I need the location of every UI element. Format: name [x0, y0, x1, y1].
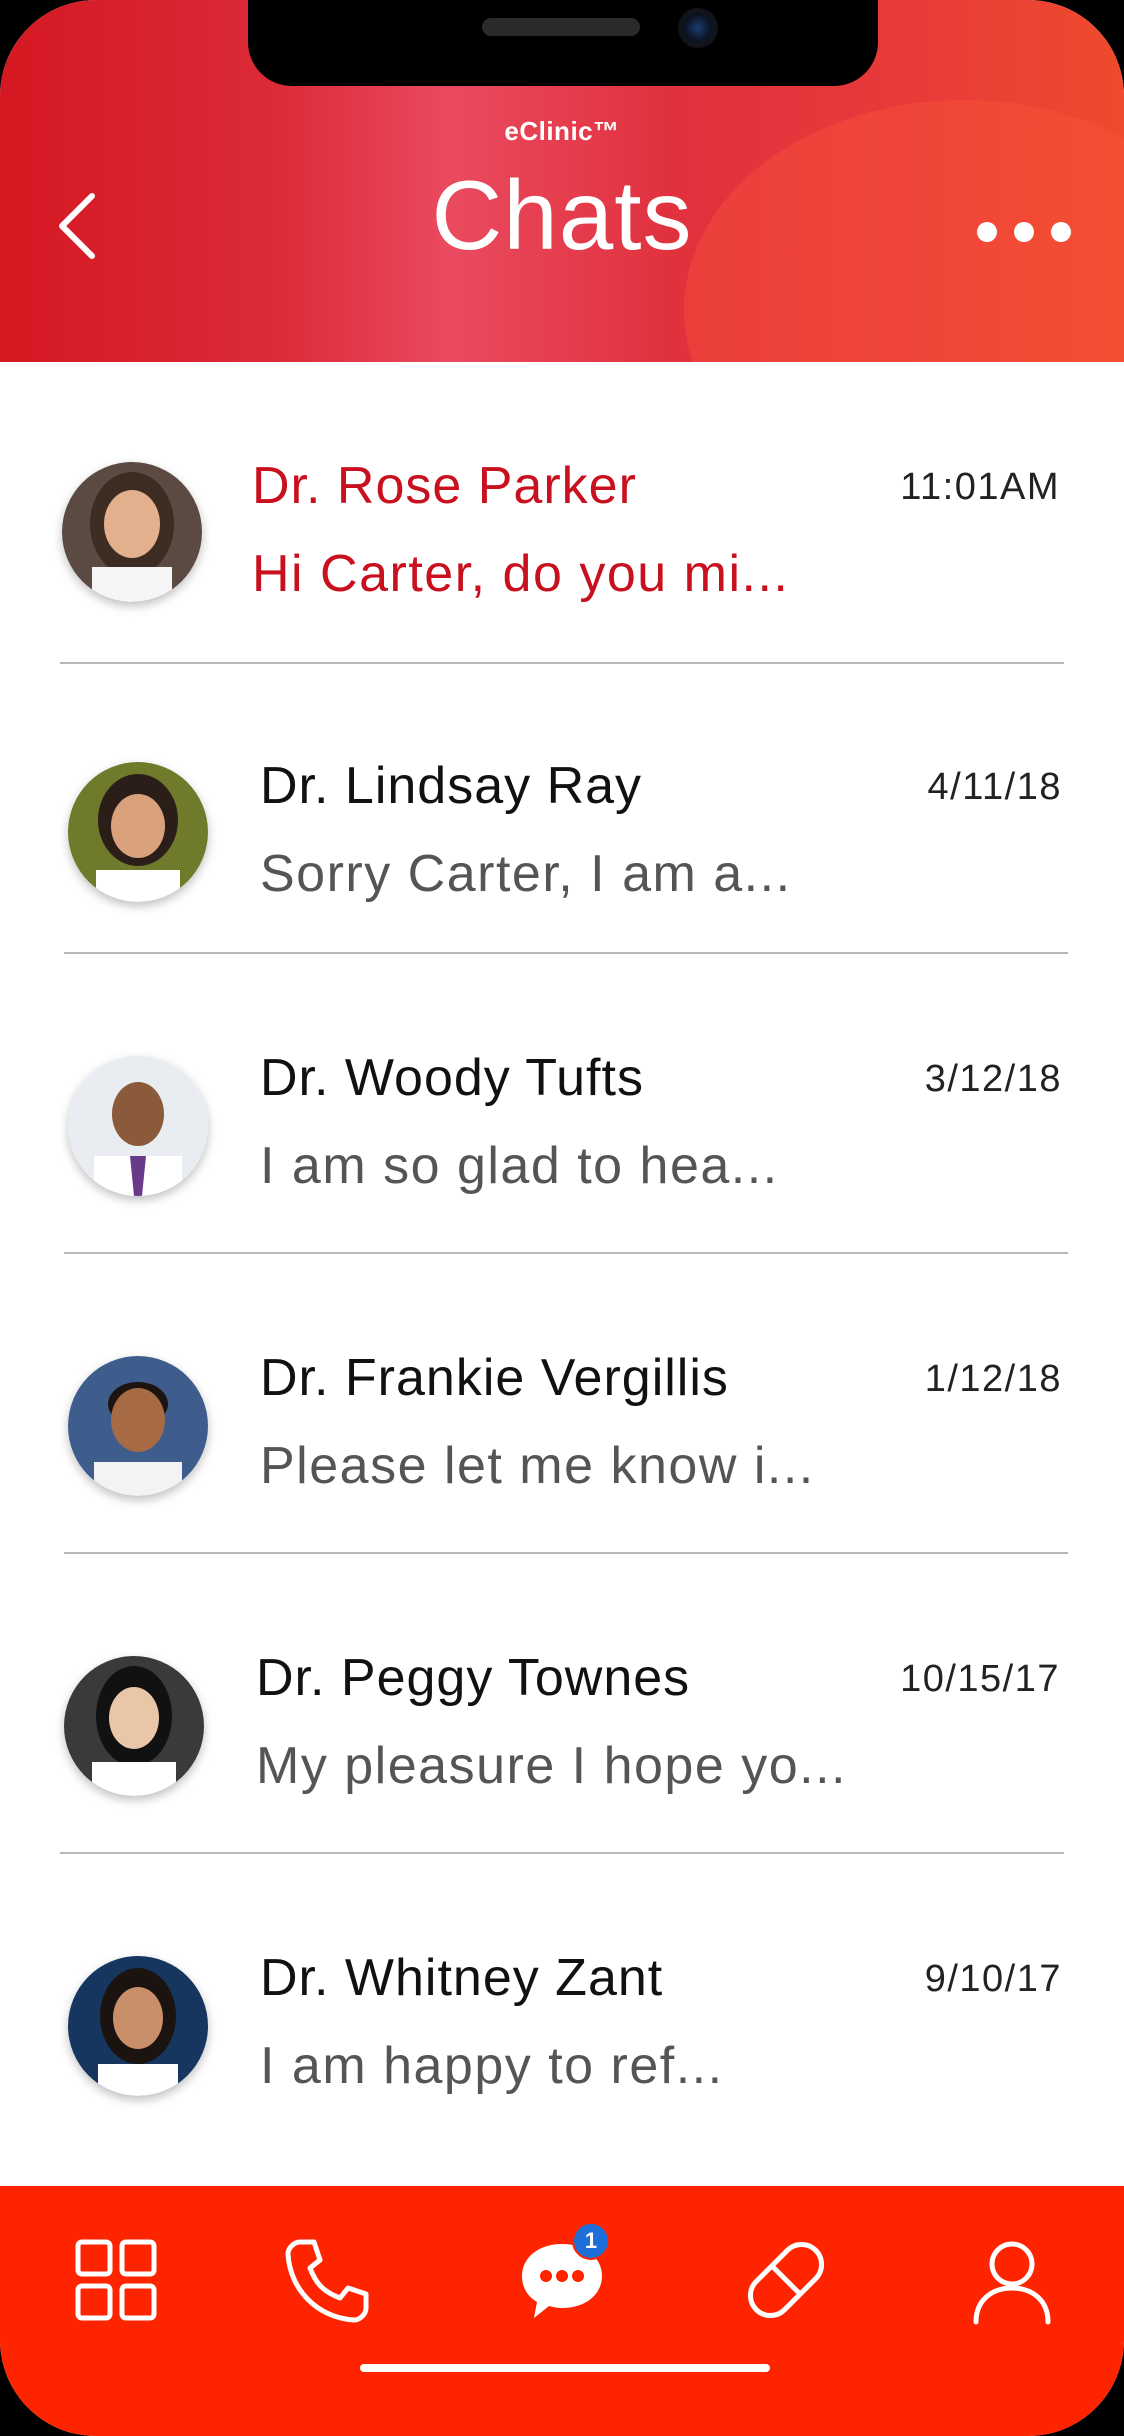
- chat-row[interactable]: Dr. Rose Parker Hi Carter, do you mi... …: [0, 362, 1124, 664]
- speaker: [482, 18, 640, 36]
- chat-time: 1/12/18: [924, 1358, 1062, 1400]
- chat-name: Dr. Peggy Townes: [256, 1649, 691, 1707]
- chat-row[interactable]: Dr. Peggy Townes My pleasure I hope yo..…: [0, 1552, 1124, 1854]
- chat-time: 10/15/17: [900, 1658, 1060, 1700]
- chat-name: Dr. Frankie Vergillis: [260, 1349, 729, 1407]
- avatar: [68, 1056, 208, 1196]
- avatar: [68, 1356, 208, 1496]
- chat-name: Dr. Woody Tufts: [260, 1049, 644, 1107]
- header: eClinic™ Chats: [0, 0, 1124, 362]
- tab-bar: 1: [0, 2186, 1124, 2436]
- page-title: Chats: [431, 160, 693, 270]
- home-indicator[interactable]: [360, 2364, 770, 2372]
- chat-preview: Hi Carter, do you mi...: [252, 545, 790, 603]
- avatar: [68, 762, 208, 902]
- chat-time: 11:01AM: [900, 466, 1060, 508]
- chat-preview: Sorry Carter, I am a...: [260, 845, 792, 903]
- chat-name: Dr. Lindsay Ray: [260, 757, 643, 815]
- tab-calls[interactable]: [276, 2230, 376, 2330]
- tab-dashboard[interactable]: [66, 2230, 166, 2330]
- chat-row[interactable]: Dr. Lindsay Ray Sorry Carter, I am a... …: [0, 662, 1124, 954]
- tab-chats[interactable]: 1: [512, 2222, 612, 2330]
- pill-icon: [747, 2241, 825, 2319]
- chat-row[interactable]: Dr. Whitney Zant I am happy to ref... 9/…: [0, 1852, 1124, 2142]
- chat-row[interactable]: Dr. Frankie Vergillis Please let me know…: [0, 1252, 1124, 1554]
- back-button[interactable]: [52, 186, 112, 266]
- avatar: [64, 1656, 204, 1796]
- chat-time: 3/12/18: [924, 1058, 1062, 1100]
- unread-badge: 1: [572, 2222, 610, 2260]
- chat-row[interactable]: Dr. Woody Tufts I am so glad to hea... 3…: [0, 952, 1124, 1254]
- chevron-left-icon: [59, 193, 95, 259]
- profile-icon: [973, 2241, 1051, 2325]
- avatar: [68, 1956, 208, 2096]
- chat-preview: My pleasure I hope yo...: [256, 1737, 847, 1795]
- front-camera: [678, 8, 718, 48]
- chat-preview: I am happy to ref...: [260, 2037, 724, 2095]
- chat-name: Dr. Rose Parker: [252, 457, 637, 515]
- chat-time: 4/11/18: [927, 766, 1062, 808]
- more-options-button[interactable]: [972, 212, 1082, 252]
- chat-preview: Please let me know i...: [260, 1437, 815, 1495]
- chat-preview: I am so glad to hea...: [260, 1137, 779, 1195]
- grid-icon: [75, 2239, 157, 2321]
- brand-label: eClinic™: [504, 116, 620, 146]
- chat-name: Dr. Whitney Zant: [260, 1949, 664, 2007]
- tab-medications[interactable]: [736, 2230, 836, 2330]
- phone-icon: [285, 2239, 369, 2323]
- more-dots-icon: [977, 222, 1071, 242]
- avatar: [62, 462, 202, 602]
- tab-profile[interactable]: [962, 2230, 1062, 2330]
- device-notch: [248, 0, 878, 86]
- phone-screen: eClinic™ Chats Dr. Rose Parker Hi Carter…: [0, 0, 1124, 2436]
- chat-time: 9/10/17: [924, 1958, 1062, 2000]
